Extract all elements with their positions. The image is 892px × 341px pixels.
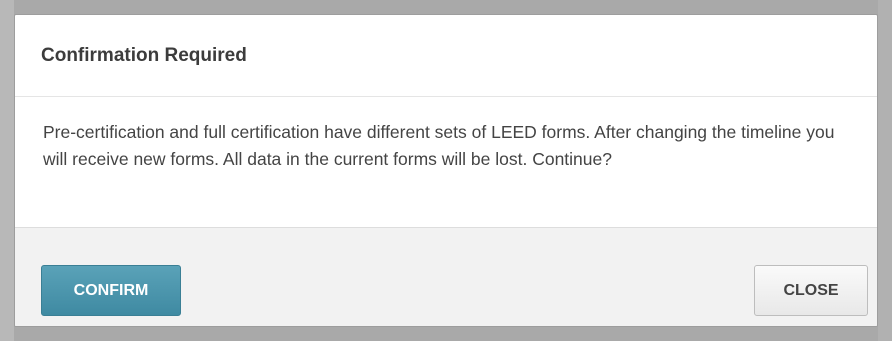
confirm-button[interactable]: CONFIRM (41, 265, 181, 316)
dialog-header: Confirmation Required (15, 15, 877, 97)
dialog-message: Pre-certification and full certification… (43, 122, 835, 169)
dialog-body: Pre-certification and full certification… (15, 97, 877, 227)
close-button[interactable]: CLOSE (754, 265, 868, 316)
page-backdrop-right (878, 0, 892, 341)
dialog-title: Confirmation Required (41, 45, 247, 66)
confirmation-dialog: Confirmation Required Pre-certification … (14, 14, 878, 327)
dialog-footer: CONFIRM CLOSE (15, 227, 877, 326)
page-backdrop-left (0, 0, 14, 341)
